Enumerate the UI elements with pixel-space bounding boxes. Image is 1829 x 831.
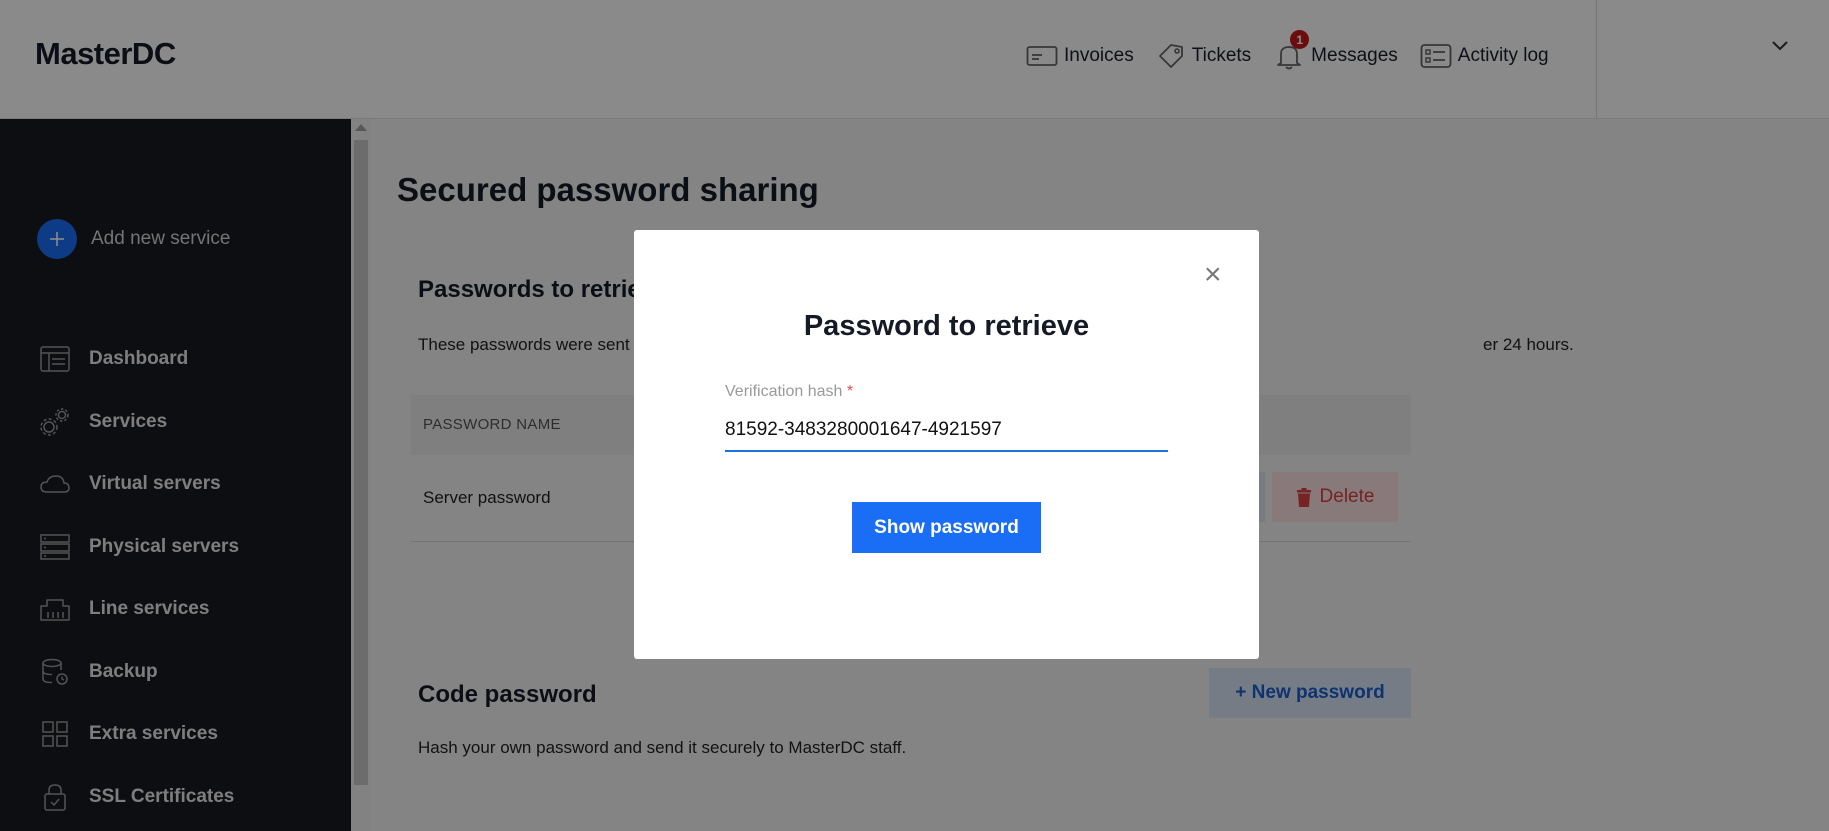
required-marker: *	[846, 383, 854, 400]
verification-hash-input[interactable]	[725, 410, 1168, 452]
verification-hash-label: Verification hash *	[725, 383, 853, 401]
modal-title: Password to retrieve	[803, 310, 1090, 342]
field-label-text: Verification hash	[725, 383, 843, 400]
password-retrieve-modal: × Password to retrieve Verification hash…	[634, 230, 1259, 659]
close-icon[interactable]: ×	[1204, 260, 1222, 290]
show-password-button[interactable]: Show password	[852, 502, 1041, 553]
